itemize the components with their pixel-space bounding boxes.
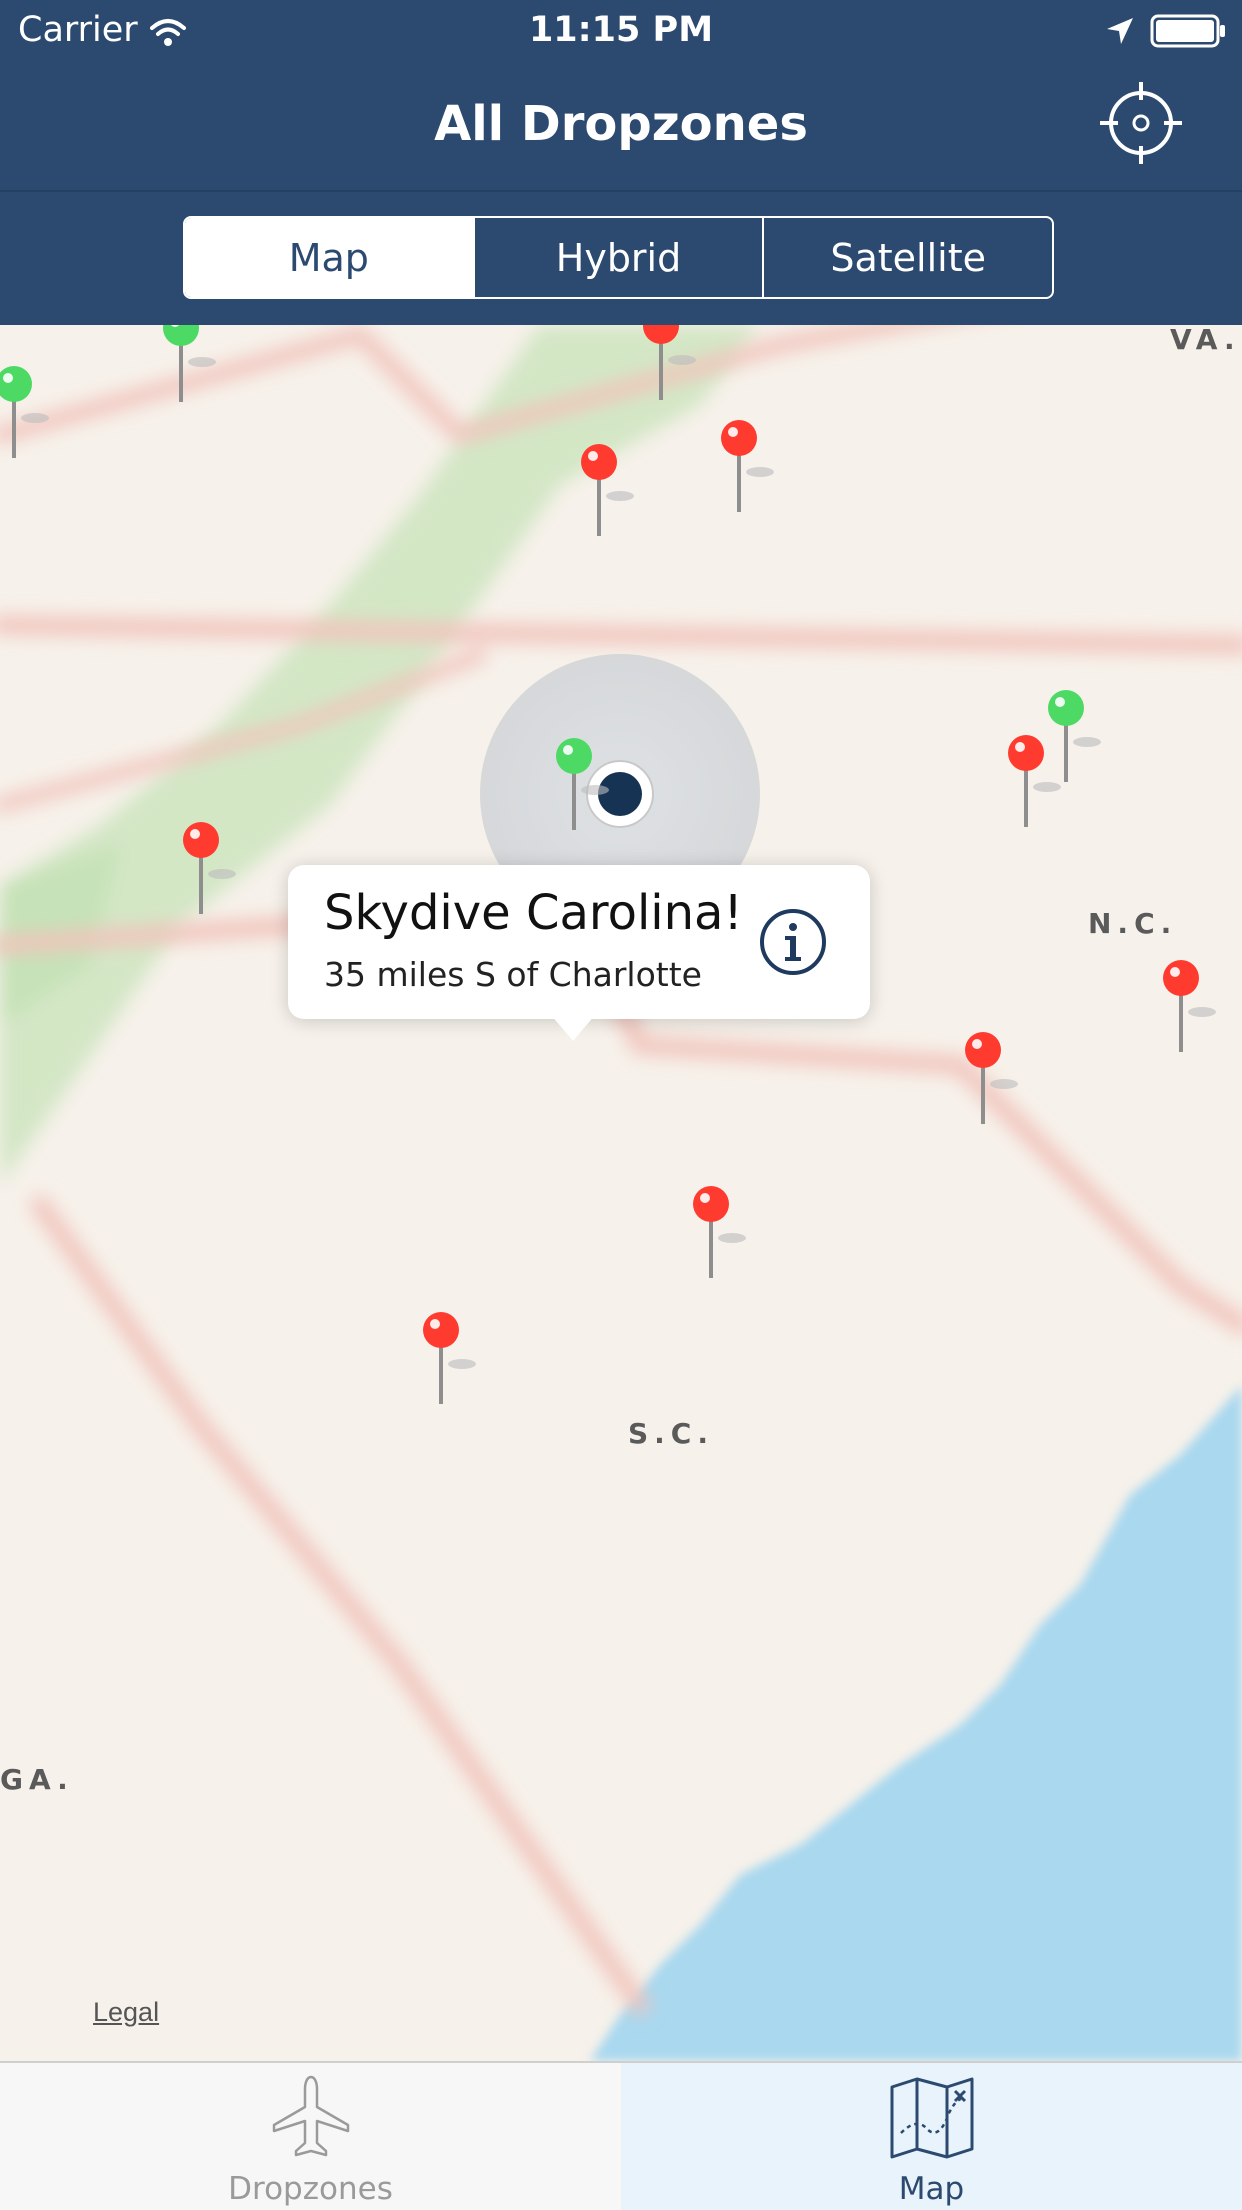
page-title: All Dropzones — [434, 96, 808, 152]
map-pin-red[interactable] — [690, 1186, 750, 1286]
battery-icon — [1150, 14, 1225, 48]
state-label-nc: N.C. — [1088, 907, 1178, 940]
tab-bar: Dropzones Map — [0, 2061, 1242, 2210]
nav-divider — [0, 190, 1242, 192]
tab-dropzones[interactable]: Dropzones — [0, 2063, 621, 2210]
map-view[interactable]: VA. N.C. S.C. GA. Skydive Carolina! 35 m… — [0, 325, 1242, 2061]
tab-map[interactable]: Map — [621, 2063, 1242, 2210]
navigation-header: Carrier 11:15 PM All Dropzones Map Hybri… — [0, 0, 1242, 325]
map-pin-green[interactable] — [553, 738, 613, 838]
map-background — [0, 325, 1242, 2061]
state-label-ga: GA. — [0, 1763, 74, 1796]
callout-title: Skydive Carolina! — [324, 885, 743, 941]
map-pin-red[interactable] — [1160, 960, 1220, 1060]
callout-subtitle: 35 miles S of Charlotte — [324, 955, 702, 994]
location-arrow-icon — [1107, 18, 1133, 44]
segment-hybrid[interactable]: Hybrid — [472, 218, 763, 297]
map-pin-green[interactable] — [1045, 690, 1105, 790]
state-label-sc: S.C. — [628, 1417, 714, 1450]
tab-map-label: Map — [898, 2171, 965, 2207]
segment-satellite[interactable]: Satellite — [762, 218, 1052, 297]
map-pin-red[interactable] — [640, 325, 700, 408]
map-pin-red[interactable] — [180, 822, 240, 922]
map-pin-red[interactable] — [962, 1032, 1022, 1132]
airplane-icon — [272, 2075, 349, 2157]
map-pin-green[interactable] — [0, 366, 53, 466]
status-time: 11:15 PM — [528, 10, 714, 50]
annotation-callout[interactable]: Skydive Carolina! 35 miles S of Charlott… — [288, 865, 870, 1041]
map-pin-red[interactable] — [578, 444, 638, 544]
crosshair-locate-icon[interactable] — [1098, 80, 1184, 166]
state-label-va: VA. — [1170, 325, 1241, 356]
info-icon[interactable] — [758, 907, 828, 977]
legal-link[interactable]: Legal — [93, 1997, 159, 2028]
tab-dropzones-label: Dropzones — [228, 2171, 393, 2207]
map-pin-green[interactable] — [160, 325, 220, 410]
segment-map[interactable]: Map — [185, 218, 473, 297]
map-pin-red[interactable] — [718, 420, 778, 520]
map-pin-red[interactable] — [420, 1312, 480, 1412]
map-type-segmented-control: Map Hybrid Satellite — [183, 216, 1054, 299]
map-icon — [890, 2077, 973, 2159]
